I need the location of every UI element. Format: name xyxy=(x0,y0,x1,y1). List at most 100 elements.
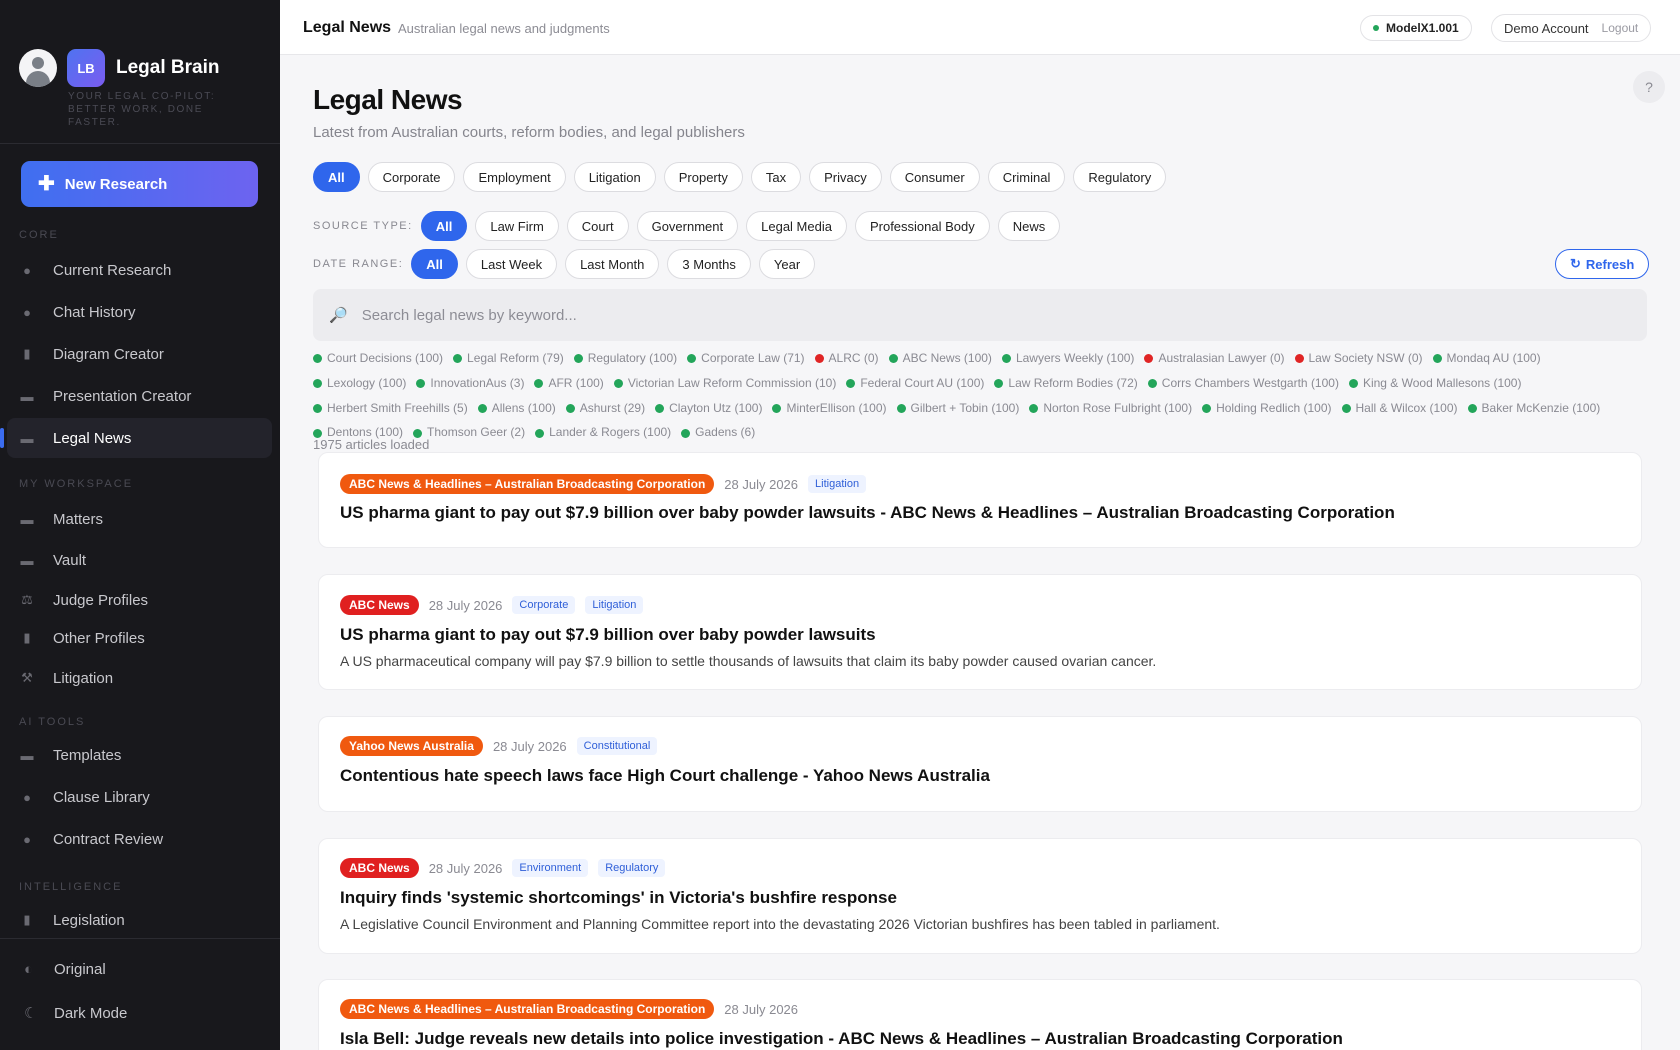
sidebar-item-label: Current Research xyxy=(53,261,172,279)
source-status-label: Holding Redlich (100) xyxy=(1216,400,1332,415)
article-title[interactable]: Inquiry finds 'systemic shortcomings' in… xyxy=(340,888,897,908)
avatar-body xyxy=(26,71,50,87)
model-selector[interactable]: ModelX1.001 xyxy=(1360,15,1472,41)
source-type-chip-all[interactable]: All xyxy=(420,211,468,241)
category-chip-regulatory[interactable]: Regulatory xyxy=(1073,162,1167,192)
source-status-item: King & Wood Mallesons (100) xyxy=(1348,372,1521,396)
account-name[interactable]: Demo Account xyxy=(1504,21,1589,36)
category-chip-employment[interactable]: Employment xyxy=(463,162,566,192)
status-dot-icon xyxy=(1144,354,1154,364)
article-card[interactable]: ABC News 28 July 2026 Corporate Litigation U… xyxy=(318,574,1642,690)
sidebar-item-templates[interactable]: ▬ Templates xyxy=(7,735,272,775)
source-status-item: Thomson Geer (2) xyxy=(413,421,525,445)
date-range-chip-year[interactable]: Year xyxy=(758,249,816,279)
sidebar-item-legislation[interactable]: ▮ Legislation xyxy=(7,900,272,940)
sidebar-item-clause-library[interactable]: ● Clause Library xyxy=(7,777,272,817)
source-status-item: Holding Redlich (100) xyxy=(1202,397,1332,421)
status-dot-icon xyxy=(1341,403,1351,413)
new-research-button[interactable]: ✚ New Research xyxy=(21,161,258,207)
source-status-label: MinterEllison (100) xyxy=(786,400,887,415)
sidebar-item-judge-profiles[interactable]: ⚖ Judge Profiles xyxy=(7,580,272,620)
article-title[interactable]: US pharma giant to pay out $7.9 billion … xyxy=(340,625,876,645)
status-dot-icon xyxy=(613,379,623,388)
date-range-chip-last-week[interactable]: Last Week xyxy=(465,249,558,279)
source-status-label: Federal Court AU (100) xyxy=(860,375,985,390)
article-card[interactable]: Yahoo News Australia 28 July 2026 Constitu… xyxy=(318,716,1642,812)
source-status-item: Baker McKenzie (100) xyxy=(1467,397,1601,421)
sidebar-item-vault[interactable]: ▬ Vault xyxy=(7,540,272,580)
date-range-chip-all[interactable]: All xyxy=(411,249,458,279)
article-card[interactable]: ABC News 28 July 2026 Environment Regulator… xyxy=(318,838,1642,954)
sidebar-item-presentation-creator[interactable]: ▬ Presentation Creator xyxy=(7,376,272,416)
sidebar-item-litigation[interactable]: ⚒ Litigation xyxy=(7,658,272,698)
source-status-item: Allens (100) xyxy=(477,397,556,421)
original-theme-button[interactable]: ◐ Original xyxy=(24,961,106,978)
source-status-item: Ashurst (29) xyxy=(565,397,645,421)
presentation-icon: ▬ xyxy=(20,388,34,404)
category-chip-consumer[interactable]: Consumer xyxy=(889,162,980,192)
source-status-label: Law Reform Bodies (72) xyxy=(1008,375,1138,390)
category-chip-litigation[interactable]: Litigation xyxy=(573,162,656,192)
sidebar-item-label: Chat History xyxy=(53,303,136,321)
source-badge: ABC News & Headlines – Australian Broadc… xyxy=(340,999,715,1019)
source-type-chip-government[interactable]: Government xyxy=(636,211,739,241)
source-status-label: Corporate Law (71) xyxy=(701,351,805,365)
sidebar-item-label: Clause Library xyxy=(53,788,150,806)
source-status-label: Baker McKenzie (100) xyxy=(1481,400,1601,415)
article-card[interactable]: ABC News & Headlines – Australian Broadc… xyxy=(318,452,1642,548)
source-type-chip-professional-body[interactable]: Professional Body xyxy=(854,211,990,241)
help-button[interactable]: ? xyxy=(1633,71,1665,103)
category-chip-privacy[interactable]: Privacy xyxy=(809,162,882,192)
category-chip-tax[interactable]: Tax xyxy=(750,162,802,192)
book-icon: ▮ xyxy=(23,912,31,927)
dark-mode-toggle[interactable]: ☾ Dark Mode xyxy=(24,1004,127,1023)
article-title[interactable]: US pharma giant to pay out $7.9 billion … xyxy=(340,503,1395,523)
date-range-chip-3-months[interactable]: 3 Months xyxy=(667,249,751,279)
source-status-item: Hall & Wilcox (100) xyxy=(1341,397,1458,421)
magnifier-icon: ● xyxy=(23,831,31,847)
category-chip-criminal[interactable]: Criminal xyxy=(987,162,1066,192)
sidebar-item-current-research[interactable]: ● Current Research xyxy=(7,250,272,290)
category-chip-property[interactable]: Property xyxy=(663,162,743,192)
source-status-item: Federal Court AU (100) xyxy=(846,372,984,396)
page-subtitle: Latest from Australian courts, reform bo… xyxy=(313,124,745,141)
source-status-list: Court Decisions (100) Legal Reform (79) Re… xyxy=(313,347,1653,446)
source-status-label: Lawyers Weekly (100) xyxy=(1015,351,1135,365)
sidebar-item-label: Other Profiles xyxy=(53,629,145,647)
sidebar-item-diagram-creator[interactable]: ▮ Diagram Creator xyxy=(7,334,272,374)
source-type-chip-court[interactable]: Court xyxy=(566,211,629,241)
status-dot-icon xyxy=(888,354,898,364)
refresh-button[interactable]: ↻ Refresh xyxy=(1555,249,1650,279)
source-type-chip-news[interactable]: News xyxy=(997,211,1061,241)
sidebar-item-other-profiles[interactable]: ▮ Other Profiles xyxy=(7,618,272,658)
model-name: ModelX1.001 xyxy=(1386,21,1459,35)
sidebar-item-legal-news[interactable]: ▬ Legal News xyxy=(0,418,272,458)
article-date: 28 July 2026 xyxy=(724,476,799,492)
source-status-label: Clayton Utz (100) xyxy=(669,400,763,415)
user-avatar[interactable] xyxy=(19,49,57,87)
sidebar-item-matters[interactable]: ▬ Matters xyxy=(7,499,272,539)
status-dot-icon xyxy=(535,428,545,438)
sidebar-item-label: Matters xyxy=(53,510,104,528)
topbar-subtitle: Australian legal news and judgments xyxy=(398,21,610,36)
article-title[interactable]: Contentious hate speech laws face High C… xyxy=(340,766,990,786)
search-input[interactable] xyxy=(361,306,1562,324)
category-chip-corporate[interactable]: Corporate xyxy=(367,162,456,192)
article-title[interactable]: Isla Bell: Judge reveals new details int… xyxy=(340,1029,1343,1049)
source-status-label: AFR (100) xyxy=(548,375,604,390)
source-type-chip-law-firm[interactable]: Law Firm xyxy=(475,211,559,241)
page-title: Legal News xyxy=(313,84,463,115)
source-type-chip-legal-media[interactable]: Legal Media xyxy=(746,211,847,241)
source-status-item: Regulatory (100) xyxy=(573,347,677,371)
status-dot-icon xyxy=(687,354,697,364)
source-status-label: Thomson Geer (2) xyxy=(427,425,526,440)
category-chip-all[interactable]: All xyxy=(313,162,360,192)
date-range-chip-last-month[interactable]: Last Month xyxy=(565,249,660,279)
logout-link[interactable]: Logout xyxy=(1602,21,1639,35)
sidebar-item-contract-review[interactable]: ● Contract Review xyxy=(7,819,272,859)
section-label-workspace: MY WORKSPACE xyxy=(19,478,134,490)
sidebar-item-chat-history[interactable]: ● Chat History xyxy=(7,292,272,332)
sidebar-item-label: Vault xyxy=(53,551,87,569)
source-status-label: Corrs Chambers Westgarth (100) xyxy=(1161,375,1339,390)
article-card[interactable]: ABC News & Headlines – Australian Broadc… xyxy=(318,979,1642,1050)
